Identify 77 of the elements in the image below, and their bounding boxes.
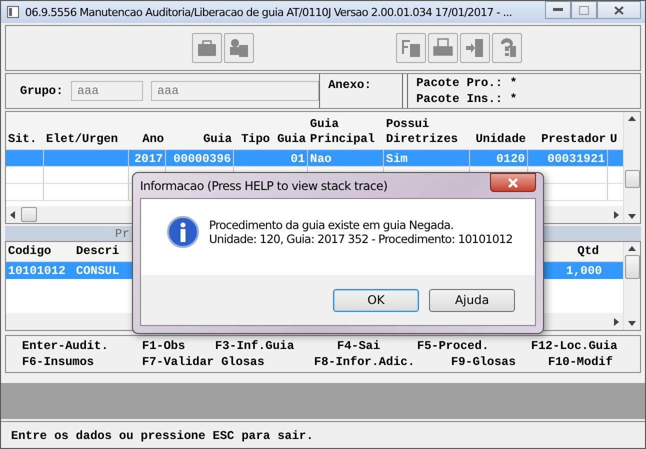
minimize-button[interactable] [545, 1, 571, 19]
exit-door-button[interactable] [460, 33, 490, 63]
shortcut-label: F12-Loc.Guia [531, 338, 618, 354]
package-label: Pacote Ins.: * [416, 91, 518, 107]
column-header: Codigo [8, 244, 52, 259]
table-cell: 00000396 [173, 152, 231, 166]
table-cell: 0120 [496, 152, 525, 166]
shortcut-label: F7-Validar Glosas [142, 354, 266, 370]
dialog-title: Informacao (Press HELP to view stack trace) [140, 178, 388, 192]
close-button[interactable] [490, 173, 536, 192]
table-cell: 1,000 [566, 264, 602, 278]
scroll-down-icon[interactable] [628, 321, 636, 326]
close-button[interactable] [597, 1, 641, 19]
scroll-left-icon[interactable] [10, 210, 15, 218]
table-cell: 01 [290, 152, 305, 166]
person-card-icon [227, 36, 251, 60]
close-icon [614, 6, 624, 14]
column-header: Elet/Urgen [46, 132, 118, 147]
column-header: Ano [142, 132, 164, 147]
shortcut-label: F10-Modif [548, 354, 614, 370]
briefcase-button[interactable] [192, 33, 222, 63]
anexo-label: Anexo: [328, 78, 372, 92]
column-header: Prestador [541, 132, 606, 147]
shortcut-label: F4-Sai [337, 338, 382, 354]
package-label: Pacote Pro.: * [416, 75, 518, 91]
section-title: Pr [115, 226, 130, 240]
shortcut-label: F8-Infor.Adic. [314, 354, 416, 370]
status-text: Entre os dados ou pressione ESC para sair. [11, 429, 314, 443]
table-cell: 00031921 [547, 152, 605, 166]
close-icon [507, 178, 519, 188]
info-icon [167, 216, 199, 248]
column-header: Qtd [577, 244, 599, 259]
app-icon [7, 6, 19, 18]
column-header: Sit. [8, 132, 37, 147]
column-header: Descri [76, 244, 120, 259]
shortcut-label: F5-Proced. [417, 338, 490, 354]
scroll-up-icon[interactable] [628, 116, 636, 121]
table-cell: Sim [386, 152, 408, 166]
scroll-up-icon[interactable] [628, 246, 636, 251]
person-card-button[interactable] [224, 33, 254, 63]
scroll-right-icon[interactable] [614, 318, 619, 326]
minimize-icon [553, 8, 563, 12]
column-header: U [610, 132, 618, 147]
column-header: Diretrizes [386, 132, 458, 147]
document-button[interactable] [396, 33, 426, 63]
window-title: 06.9.5556 Manutencao Auditoria/Liberacao de guia AT/0110J Versao 2.00.01.034 17/01/2017 - ... [25, 6, 512, 18]
column-header: Guia [203, 132, 232, 147]
table-cell: 2017 [134, 152, 163, 166]
dialog-button[interactable]: Ajuda [429, 288, 515, 312]
shortcut-label: F3-Inf.Guia [215, 338, 296, 354]
scroll-thumb[interactable] [624, 170, 640, 188]
shortcut-label: F1-Obs [142, 338, 186, 354]
scroll-thumb[interactable] [21, 207, 37, 222]
scroll-thumb[interactable] [624, 255, 640, 279]
shortcut-label: Enter-Audit. [22, 338, 110, 354]
dialog-message: Procedimento da guia existe em guia Negada. [209, 218, 454, 232]
printer-button[interactable] [428, 33, 458, 63]
column-header: Unidade [476, 132, 526, 147]
group-label: Grupo: [20, 84, 64, 98]
column-header: Tipo Guia [241, 132, 306, 147]
shortcut-label: F9-Glosas [451, 354, 517, 370]
scroll-right-icon[interactable] [614, 210, 619, 218]
table-row[interactable]: 2017 00000396 01 Nao Sim 0120 00031921 [6, 150, 623, 167]
column-header: Possui [386, 117, 430, 132]
group-field[interactable]: aaa [71, 81, 144, 101]
table-cell: CONSUL [76, 264, 120, 278]
table-cell: Nao [310, 152, 332, 166]
group-field[interactable]: aaa [151, 81, 320, 101]
help-button[interactable] [492, 33, 522, 63]
column-header: Guia [310, 117, 339, 132]
dialog-message: Unidade: 120, Guia: 2017 352 - Procedimento: 10101012 [209, 232, 513, 246]
column-header: Principal [310, 132, 375, 147]
scroll-down-icon[interactable] [628, 214, 636, 219]
table-cell: 10101012 [8, 264, 66, 278]
shortcut-label: F6-Insumos [22, 354, 96, 370]
dialog-button[interactable]: OK [333, 288, 419, 312]
maximize-icon [579, 6, 589, 14]
